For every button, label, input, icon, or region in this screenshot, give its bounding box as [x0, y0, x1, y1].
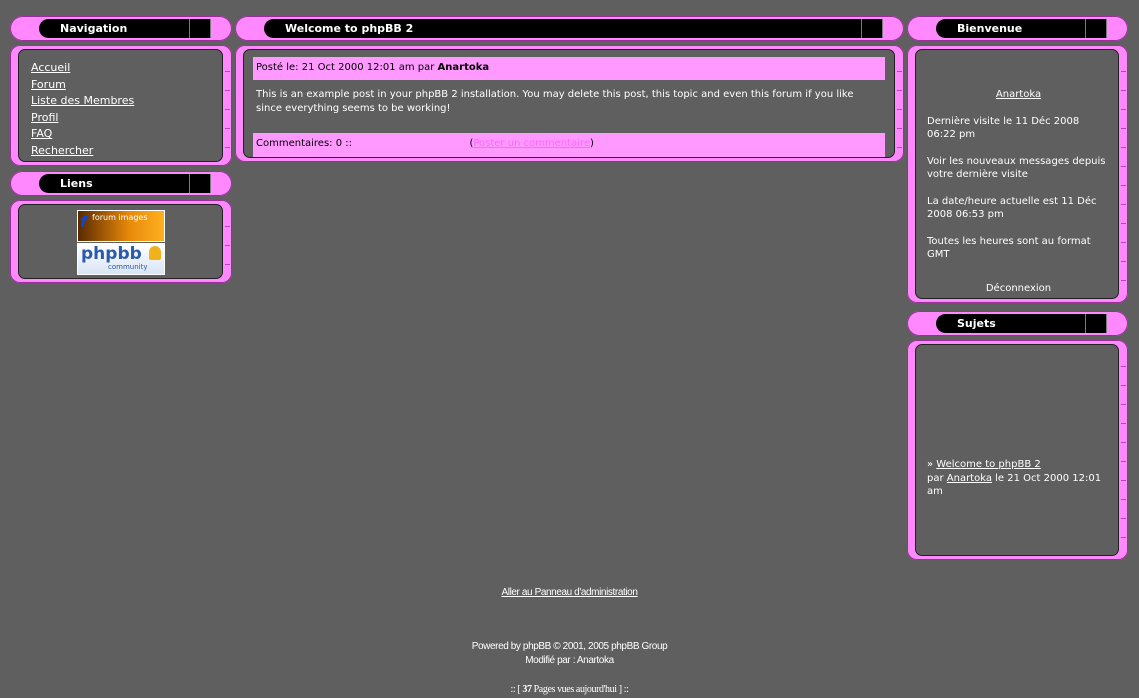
- center-column: Welcome to phpBB 2 Posté le: 21 Oct 2000…: [235, 16, 904, 162]
- nav-link-search[interactable]: Rechercher: [31, 144, 93, 157]
- welcome-box: Anartoka Dernière visite le 11 Déc 2008 …: [907, 45, 1128, 303]
- navigation-header: Navigation: [10, 16, 232, 41]
- last-visit-text: Dernière visite le 11 Déc 2008 06:22 pm: [927, 115, 1080, 141]
- navigation-title: Navigation: [60, 22, 128, 35]
- welcome-header: Bienvenue: [907, 16, 1128, 41]
- welcome-content: Anartoka Dernière visite le 11 Déc 2008 …: [927, 88, 1110, 295]
- navigation-list: Accueil Forum Liste des Membres Profil F…: [31, 60, 134, 159]
- new-messages-text[interactable]: Voir les nouveaux messages depuis votre …: [927, 155, 1110, 182]
- topic-link[interactable]: Welcome to phpBB 2: [936, 459, 1040, 470]
- lightbulb-icon: [149, 246, 161, 260]
- post-comments-bar: Commentaires: 0 :: voir les commentaires…: [253, 133, 885, 157]
- links-header: Liens: [10, 171, 232, 196]
- links-box: f forum images phpbb community: [10, 200, 232, 283]
- post-comment-link[interactable]: Poster un commentaire: [473, 138, 590, 149]
- post-box: Posté le: 21 Oct 2000 12:01 am par Anart…: [235, 45, 904, 162]
- nav-link-members[interactable]: Liste des Membres: [31, 94, 134, 107]
- topics-header: Sujets: [907, 311, 1128, 336]
- current-time-text: La date/heure actuelle est 11 Déc 2008 0…: [927, 195, 1097, 221]
- topic-author-link[interactable]: Anartoka: [947, 473, 992, 484]
- post-author: Anartoka: [437, 62, 490, 73]
- topic-item: » Welcome to phpBB 2 par Anartoka le 21 …: [927, 459, 1102, 497]
- navigation-box: Accueil Forum Liste des Membres Profil F…: [10, 45, 232, 166]
- page-views-count: 37: [522, 684, 532, 695]
- phpbb-community-banner[interactable]: phpbb community: [77, 243, 165, 275]
- post-title: Welcome to phpBB 2: [285, 22, 414, 35]
- topics-title: Sujets: [957, 317, 996, 330]
- nav-link-accueil[interactable]: Accueil: [31, 61, 70, 74]
- logout-link[interactable]: Déconnexion: [927, 282, 1110, 296]
- nav-link-profile[interactable]: Profil: [31, 111, 58, 124]
- post-meta: Posté le: 21 Oct 2000 12:01 am par Anart…: [253, 57, 885, 80]
- left-column: Navigation Accueil Forum Liste des Membr…: [10, 16, 232, 283]
- welcome-username-link[interactable]: Anartoka: [996, 89, 1041, 100]
- nav-link-forum[interactable]: Forum: [31, 78, 66, 91]
- view-comments-link[interactable]: voir les commentaires: [355, 138, 466, 149]
- right-column: Bienvenue Anartoka Dernière visite le 11…: [907, 16, 1128, 560]
- admin-panel-link[interactable]: Aller au Panneau d'administration: [501, 587, 637, 598]
- modified-by-text: Modifié par : Anartoka: [525, 655, 614, 666]
- post-header: Welcome to phpBB 2: [235, 16, 904, 41]
- timezone-text: Toutes les heures sont au format GMT: [927, 235, 1091, 261]
- topics-box: » Welcome to phpBB 2 par Anartoka le 21 …: [907, 340, 1128, 560]
- powered-by-text: Powered by phpBB © 2001, 2005 phpBB Grou…: [471, 641, 668, 652]
- welcome-title: Bienvenue: [957, 22, 1023, 35]
- forum-images-banner[interactable]: f forum images: [77, 210, 165, 242]
- page-views-stats: :: [ 37 Pages vues aujourd'hui ] ::: [510, 684, 629, 695]
- nav-link-faq[interactable]: FAQ: [31, 127, 52, 140]
- admin-panel-row: Aller au Panneau d'administration: [0, 587, 1139, 598]
- links-title: Liens: [60, 177, 93, 190]
- post-body: This is an example post in your phpBB 2 …: [256, 89, 854, 114]
